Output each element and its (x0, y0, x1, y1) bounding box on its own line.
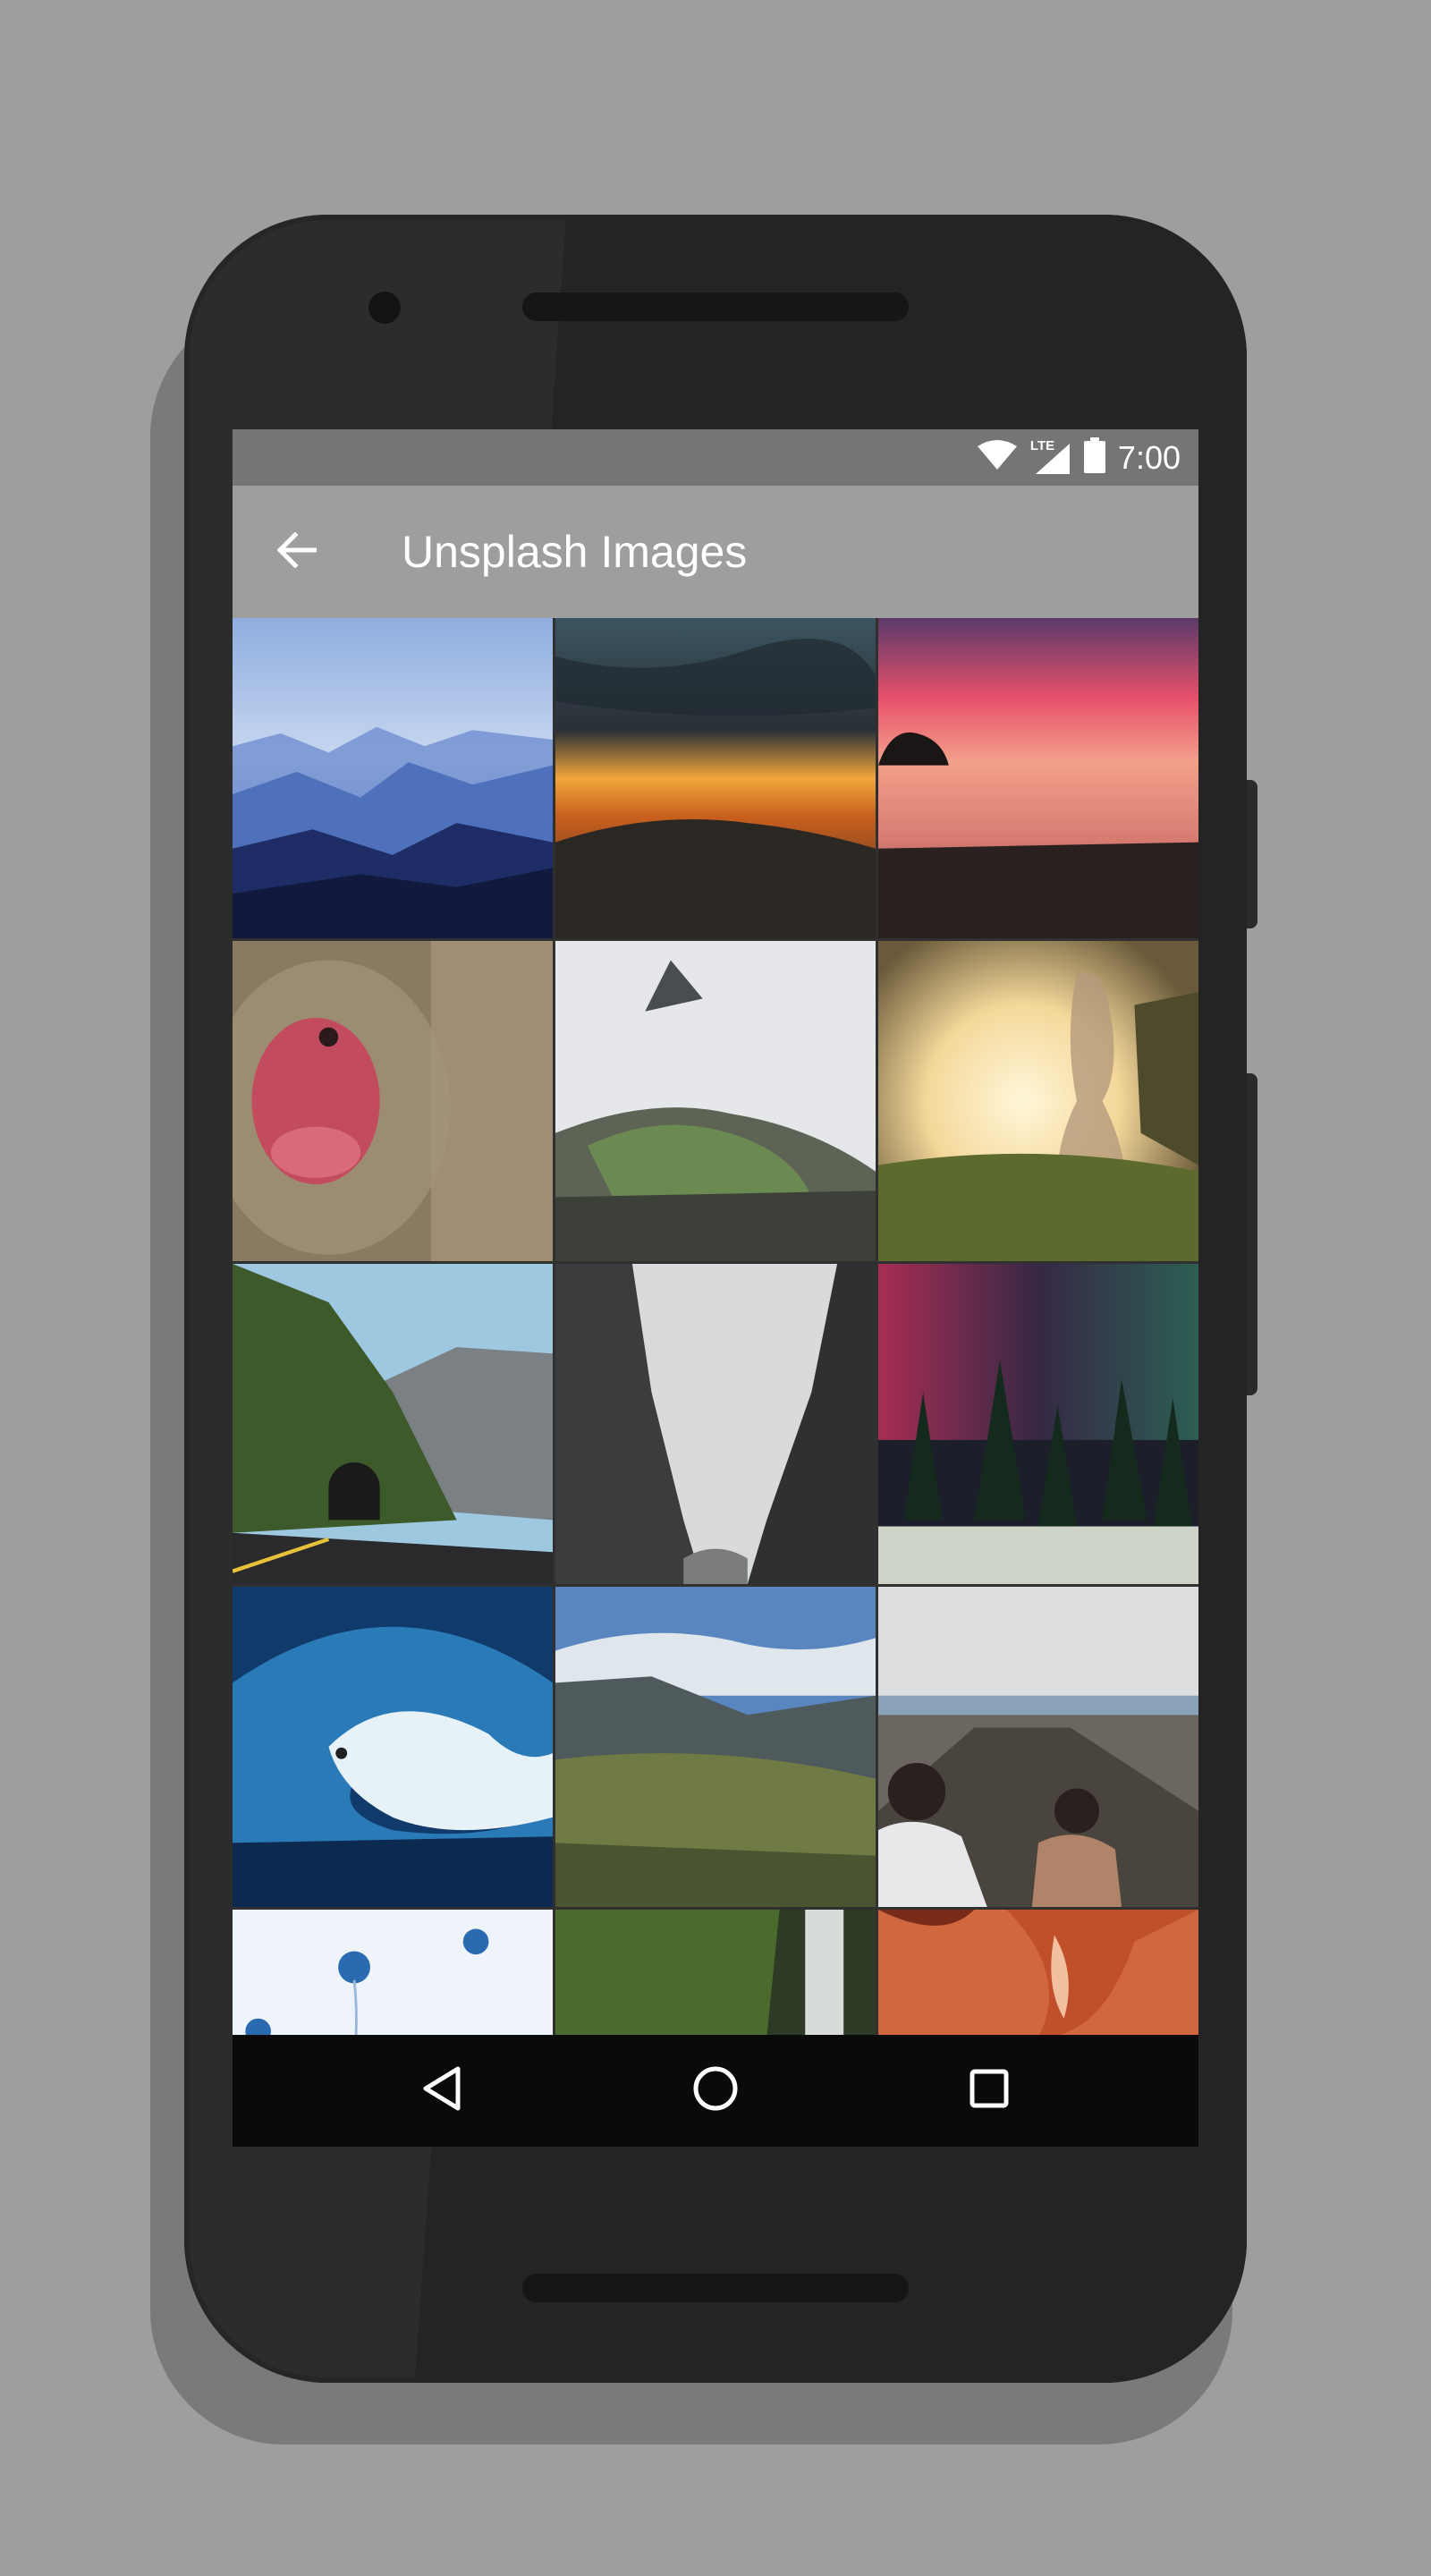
grid-image-boardwalk-crowd[interactable] (878, 1587, 1198, 1907)
bottom-speaker (522, 2274, 909, 2302)
grid-image-northern-lights[interactable] (878, 1264, 1198, 1584)
wifi-icon (977, 439, 1018, 476)
volume-button (1245, 1073, 1257, 1395)
grid-image-jellyfish[interactable] (233, 1910, 553, 2035)
nav-recents-button[interactable] (953, 2055, 1025, 2126)
nav-back-button[interactable] (406, 2055, 478, 2126)
home-circle-icon (692, 2065, 739, 2116)
image-grid (233, 618, 1198, 2035)
status-icons: LTE 7:00 (977, 429, 1181, 486)
grid-image-foggy-canyon[interactable] (555, 1264, 876, 1584)
recents-square-icon (969, 2068, 1010, 2114)
app-bar: Unsplash Images (233, 486, 1198, 618)
grid-image-mountain-valley[interactable] (555, 1587, 876, 1907)
network-type-label: LTE (1029, 437, 1055, 453)
back-button[interactable] (265, 520, 329, 584)
stage: LTE 7:00 Unsplash Images (0, 0, 1431, 2576)
grid-image-pink-beach-sunset[interactable] (878, 618, 1198, 938)
front-camera (368, 292, 401, 324)
top-speaker (522, 292, 909, 321)
grid-image-mossy-waterfall[interactable] (555, 1910, 876, 2035)
screen: LTE 7:00 Unsplash Images (233, 429, 1198, 2147)
grid-image-sunlit-girl[interactable] (878, 941, 1198, 1261)
cellular-signal-icon: LTE (1029, 437, 1071, 476)
grid-image-snow-monkey[interactable] (233, 941, 553, 1261)
battery-icon (1083, 437, 1105, 478)
power-button (1245, 780, 1257, 928)
nav-home-button[interactable] (680, 2055, 751, 2126)
back-triangle-icon (420, 2065, 463, 2116)
status-bar: LTE 7:00 (233, 429, 1198, 486)
navigation-bar (233, 2035, 1198, 2147)
grid-image-misty-mountains[interactable] (233, 618, 553, 938)
arrow-back-icon (276, 530, 318, 572)
grid-image-surfer-wave[interactable] (233, 1587, 553, 1907)
grid-image-mountain-tunnel-road[interactable] (233, 1264, 553, 1584)
page-title: Unsplash Images (402, 527, 748, 577)
grid-image-sunset-clouds[interactable] (555, 618, 876, 938)
status-time: 7:00 (1117, 438, 1181, 476)
grid-image-slot-canyon[interactable] (878, 1910, 1198, 2035)
grid-image-machu-picchu[interactable] (555, 941, 876, 1261)
